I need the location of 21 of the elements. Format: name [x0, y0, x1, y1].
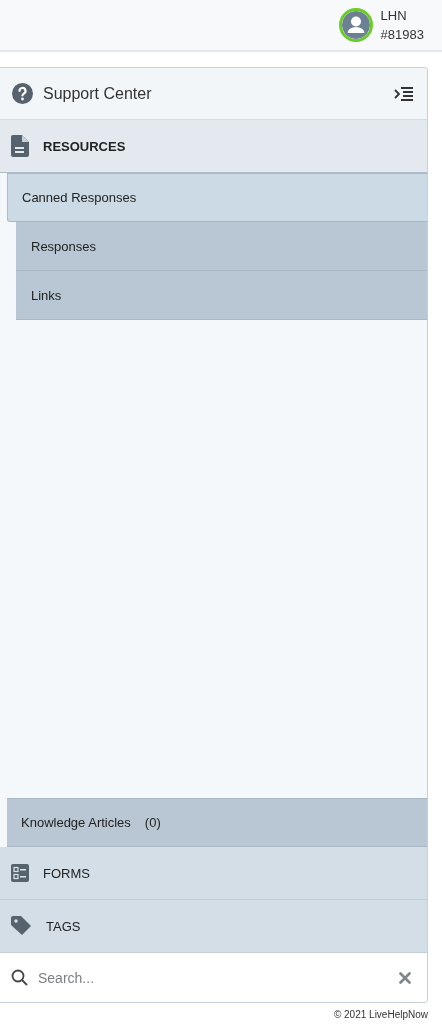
- submenu-item[interactable]: Links: [16, 271, 427, 320]
- user-id: #81983: [380, 26, 424, 44]
- document-icon: [11, 135, 29, 157]
- help-icon: [12, 83, 33, 104]
- copyright-text: © 2021 LiveHelpNow: [333, 1009, 428, 1020]
- user-name: LHN: [380, 7, 408, 25]
- section-header[interactable]: RESOURCES: [0, 120, 427, 173]
- submenu-item[interactable]: Responses: [16, 222, 427, 271]
- tag-icon: [11, 916, 32, 936]
- clear-icon[interactable]: [399, 971, 411, 984]
- menu-item[interactable]: Knowledge Articles (0): [7, 798, 427, 847]
- section-header[interactable]: TAGS: [0, 900, 427, 953]
- checklist-icon: [11, 864, 29, 882]
- search-icon: [11, 969, 28, 986]
- section-header[interactable]: FORMS: [0, 847, 427, 900]
- search-field[interactable]: Search...: [38, 969, 389, 986]
- panel-title: Support Center: [43, 84, 153, 103]
- search-bar[interactable]: Search...: [0, 953, 427, 1002]
- menu-item[interactable]: Canned Responses: [7, 173, 427, 222]
- avatar-icon[interactable]: [338, 8, 373, 42]
- collapse-menu-icon[interactable]: [394, 86, 413, 101]
